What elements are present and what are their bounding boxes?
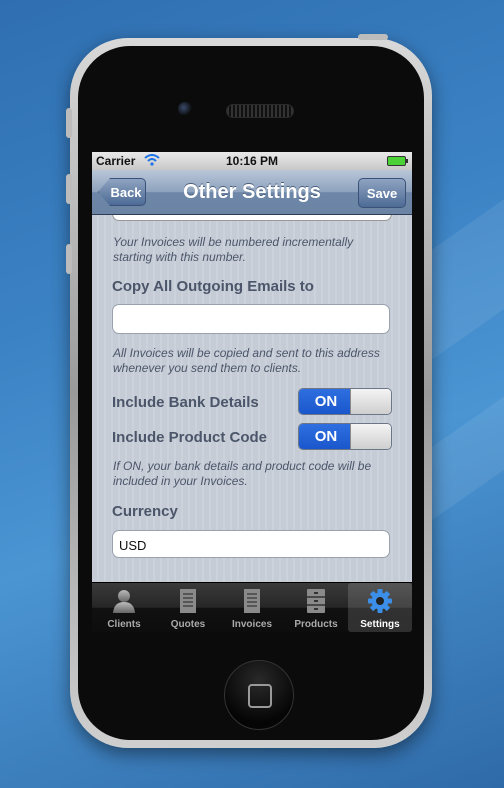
receipt-icon (180, 589, 196, 613)
person-icon (113, 590, 135, 613)
tab-quotes-label: Quotes (170, 619, 206, 630)
home-button[interactable] (224, 660, 294, 730)
tab-products[interactable]: Products (284, 583, 348, 632)
status-time: 10:16 PM (225, 154, 279, 168)
tab-invoices[interactable]: Invoices (220, 583, 284, 632)
volume-up-button[interactable] (66, 174, 72, 204)
bank-details-switch[interactable]: ON (298, 388, 392, 415)
status-bar: Carrier 10:16 PM (92, 152, 412, 170)
speaker-grille (226, 104, 294, 118)
tab-settings[interactable]: Settings (348, 583, 412, 632)
copy-emails-label: Copy All Outgoing Emails to (112, 278, 314, 295)
bank-details-switch-state: ON (299, 389, 353, 414)
volume-down-button[interactable] (66, 244, 72, 274)
copy-emails-hint: All Invoices will be copied and sent to … (113, 346, 380, 375)
product-code-switch-state: ON (299, 424, 353, 449)
switch-knob (350, 389, 391, 414)
tab-clients-label: Clients (107, 619, 141, 630)
toggles-hint: If ON, your bank details and product cod… (113, 459, 372, 488)
home-square-icon (248, 684, 272, 708)
gear-icon (368, 589, 392, 613)
tab-invoices-label: Invoices (231, 619, 273, 630)
receipt-icon (244, 589, 260, 613)
navigation-bar: Back Other Settings Save (92, 170, 412, 215)
currency-field[interactable]: USD (112, 530, 390, 558)
settings-form[interactable]: Your Invoices will be numbered increment… (92, 215, 412, 582)
phone-screen: Carrier 10:16 PM Back Other Settings Sav… (92, 152, 412, 632)
tab-settings-label: Settings (360, 619, 400, 630)
camera-icon (178, 102, 192, 116)
save-button[interactable]: Save (358, 178, 406, 208)
sleep-button[interactable] (358, 34, 388, 40)
tab-clients[interactable]: Clients (92, 583, 156, 632)
invoice-number-hint: Your Invoices will be numbered increment… (113, 235, 354, 264)
bank-details-label: Include Bank Details (112, 394, 259, 411)
cabinet-icon (307, 589, 325, 613)
invoice-number-field[interactable] (112, 215, 392, 221)
copy-emails-field[interactable] (112, 304, 390, 334)
product-code-switch[interactable]: ON (298, 423, 392, 450)
switch-knob (350, 424, 391, 449)
tab-products-label: Products (294, 619, 338, 630)
tab-quotes[interactable]: Quotes (156, 583, 220, 632)
tab-bar: Clients Quotes Invoices Products Setting… (92, 583, 412, 632)
product-code-label: Include Product Code (112, 429, 268, 446)
currency-label: Currency (112, 503, 178, 520)
battery-icon (387, 156, 408, 166)
mute-switch[interactable] (66, 108, 72, 138)
